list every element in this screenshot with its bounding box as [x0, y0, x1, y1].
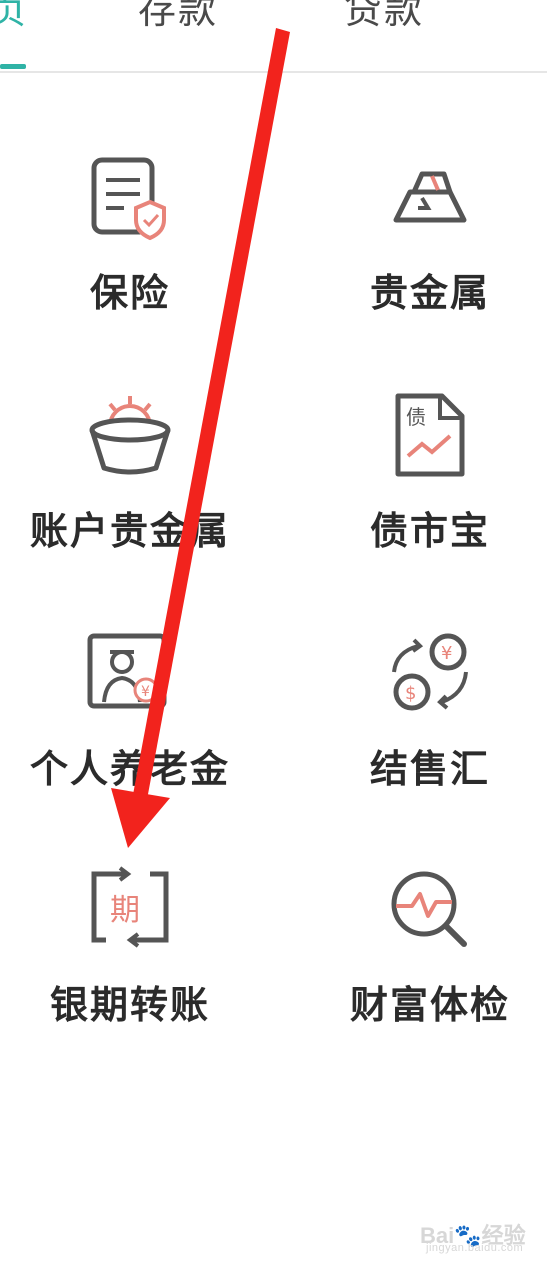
menu-item-insurance[interactable]: 保险: [5, 152, 255, 342]
menu-item-label: 债市宝: [369, 509, 490, 553]
menu-item-bank-futures-transfer[interactable]: 期 银期转账: [5, 864, 255, 1054]
yen-char: ¥: [141, 684, 150, 700]
menu-item-personal-pension[interactable]: ¥ 个人养老金: [5, 628, 255, 818]
bond-char: 债: [406, 405, 426, 429]
menu-item-label: 财富体检: [349, 983, 510, 1027]
insurance-doc-shield-icon: [91, 157, 166, 241]
futures-transfer-icon: 期: [91, 866, 169, 948]
pension-person-icon: ¥: [87, 633, 167, 709]
bond-doc-chart-icon: 债: [395, 393, 465, 477]
menu-item-label: 账户贵金属: [29, 509, 230, 553]
currency-exchange-icon: ¥ $: [392, 633, 468, 711]
dollar-char: $: [405, 683, 416, 704]
menu-item-label: 保险: [89, 271, 170, 315]
menu-item-label: 银期转账: [49, 983, 210, 1027]
tab-loan[interactable]: 贷款: [344, 0, 424, 34]
page: 页 存款 贷款 保险 贵金属 账户贵金属 债 债市宝 ¥ 个人养老金 ¥ $ 结…: [0, 0, 547, 1269]
menu-item-label: 个人养老金: [29, 747, 230, 791]
tab-home[interactable]: 页: [0, 0, 28, 34]
tab-deposit[interactable]: 存款: [138, 0, 218, 34]
wealth-check-magnifier-icon: [391, 871, 467, 947]
menu-item-label: 贵金属: [369, 271, 490, 315]
active-tab-indicator: [0, 64, 26, 69]
yen-char: ¥: [441, 643, 452, 664]
tab-divider: [0, 71, 547, 73]
menu-item-bond-market[interactable]: 债 债市宝: [305, 390, 547, 580]
menu-item-precious-metals[interactable]: 贵金属: [305, 152, 547, 342]
menu-item-wealth-checkup[interactable]: 财富体检: [305, 864, 547, 1054]
futures-char: 期: [110, 893, 140, 928]
basket-sun-icon: [89, 396, 171, 475]
gold-bar-icon: [393, 171, 467, 223]
menu-item-label: 结售汇: [369, 747, 490, 791]
baidu-jingyan-watermark: Bai🐾经验 jingyan.baidu.com: [420, 1218, 540, 1258]
tab-bar: 页 存款 贷款: [0, 0, 547, 73]
menu-item-currency-exchange[interactable]: ¥ $ 结售汇: [305, 628, 547, 818]
watermark-url: jingyan.baidu.com: [426, 1242, 524, 1254]
menu-item-account-precious-metals[interactable]: 账户贵金属: [5, 390, 255, 580]
